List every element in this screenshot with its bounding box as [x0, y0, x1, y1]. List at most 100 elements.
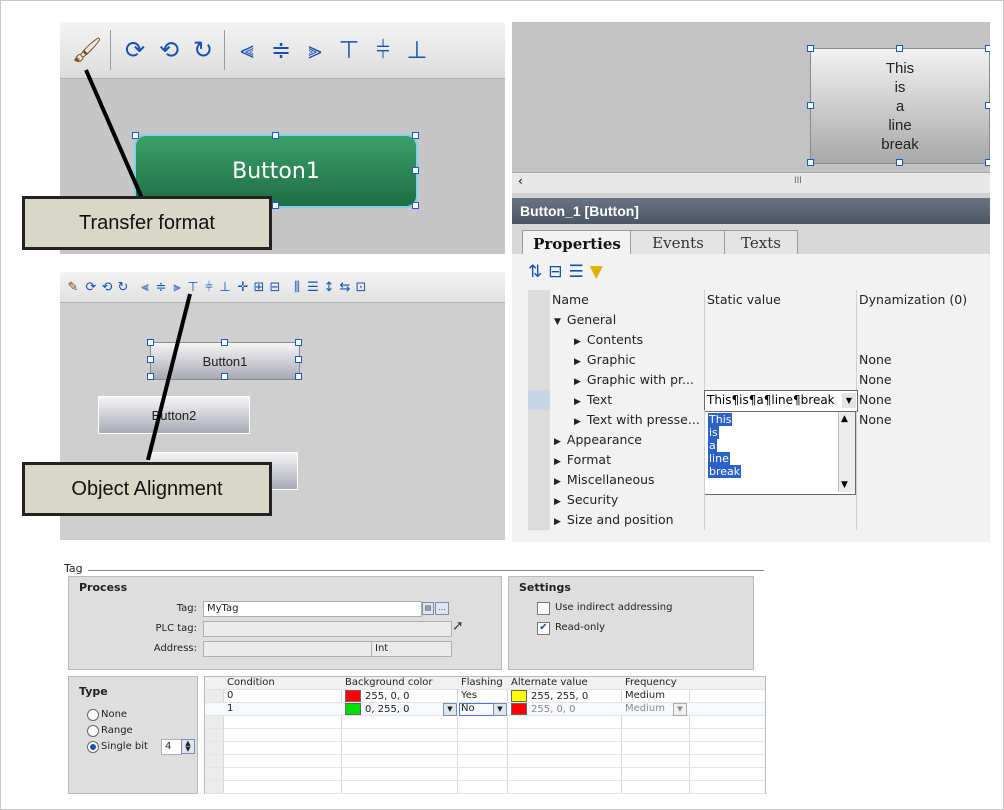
color-swatch[interactable] [345, 690, 361, 702]
selection-handle[interactable] [896, 45, 903, 52]
tag-picker-icon[interactable]: ▤ [422, 602, 434, 615]
button2[interactable]: Button2 [98, 396, 250, 434]
selection-handle[interactable] [221, 373, 228, 380]
selection-handle[interactable] [985, 102, 990, 109]
selection-handle[interactable] [272, 132, 279, 139]
tag-input[interactable]: MyTag [203, 601, 422, 617]
radio-single-bit[interactable] [87, 741, 99, 753]
align-right-icon[interactable]: ⫸ [170, 277, 184, 297]
align-center-icon[interactable]: ≑ [154, 277, 168, 297]
property-row[interactable]: ▶ Miscellaneous [528, 470, 988, 491]
color-swatch[interactable] [511, 703, 527, 715]
expand-triangle-icon[interactable]: ▶ [554, 432, 561, 450]
radio-none[interactable] [87, 709, 99, 721]
rotate-left-icon[interactable]: ⟲ [152, 34, 186, 66]
property-static-value[interactable] [704, 430, 855, 450]
tab-properties[interactable]: Properties [522, 230, 632, 256]
empty-row[interactable] [205, 729, 765, 742]
horizontal-scrollbar[interactable]: ‹ III [512, 172, 990, 193]
align-right-icon[interactable]: ⫸ [298, 34, 332, 66]
property-row[interactable]: ▶ Graphic None [528, 350, 988, 371]
filter-icon[interactable]: ▼ [590, 262, 603, 282]
align-middle-icon[interactable]: ⫩ [202, 277, 216, 297]
selection-handle[interactable] [272, 202, 279, 209]
property-static-value[interactable] [704, 350, 855, 370]
align-top-icon[interactable]: ⊤ [186, 277, 200, 297]
align-top-icon[interactable]: ⊤ [332, 34, 366, 66]
empty-row[interactable] [205, 768, 765, 781]
frequency-dropdown[interactable]: ▼ [673, 703, 687, 716]
property-static-value[interactable] [704, 410, 855, 430]
expand-triangle-icon[interactable]: ▶ [574, 392, 581, 410]
empty-row[interactable] [205, 742, 765, 755]
property-static-value[interactable] [704, 310, 855, 330]
tag-browse-button[interactable]: … [435, 602, 449, 615]
align-center-icon[interactable]: ≑ [264, 34, 298, 66]
center-vertical-icon[interactable]: ⊟ [268, 277, 282, 297]
selection-handle[interactable] [147, 373, 154, 380]
rotate-icon[interactable]: ↻ [116, 277, 130, 297]
selection-handle[interactable] [295, 356, 302, 363]
selection-handle[interactable] [807, 45, 814, 52]
selection-handle[interactable] [412, 167, 419, 174]
empty-row[interactable] [205, 755, 765, 768]
center-horizontal-icon[interactable]: ⊞ [252, 277, 266, 297]
brush-icon[interactable]: ✎ [66, 277, 80, 297]
align-middle-icon[interactable]: ⫩ [366, 34, 400, 66]
selection-handle[interactable] [221, 339, 228, 346]
selection-handle[interactable] [147, 339, 154, 346]
sort-icon[interactable]: ⇅ [528, 262, 542, 282]
tab-texts[interactable]: Texts [724, 230, 798, 255]
expand-triangle-icon[interactable]: ▶ [574, 332, 581, 350]
flashing-dropdown[interactable]: ▼ [493, 703, 507, 716]
align-bottom-icon[interactable]: ⊥ [218, 277, 232, 297]
property-static-value[interactable] [704, 510, 855, 530]
background-color-dropdown[interactable]: ▼ [443, 703, 457, 716]
scrollbar-grip[interactable]: III [794, 176, 802, 186]
expand-triangle-icon[interactable]: ▶ [574, 352, 581, 370]
rotate-left-icon[interactable]: ⟲ [100, 277, 114, 297]
selection-handle[interactable] [295, 339, 302, 346]
selection-handle[interactable] [132, 132, 139, 139]
selection-handle[interactable] [295, 373, 302, 380]
radio-range[interactable] [87, 725, 99, 737]
expand-triangle-icon[interactable]: ▶ [554, 512, 561, 530]
property-row[interactable]: ▶ Appearance [528, 430, 988, 451]
selection-handle[interactable] [807, 102, 814, 109]
read-only-checkbox[interactable]: ✔ [537, 622, 550, 635]
dropdown-arrow-icon[interactable]: ▼ [842, 393, 856, 408]
distribute-vertical-icon[interactable]: ☰ [306, 277, 320, 297]
rotate-right-icon[interactable]: ⟳ [84, 277, 98, 297]
align-left-icon[interactable]: ⫷ [230, 34, 264, 66]
expand-triangle-icon[interactable]: ▶ [554, 492, 561, 510]
selection-handle[interactable] [896, 159, 903, 166]
selection-handle[interactable] [412, 202, 419, 209]
property-row[interactable]: ▶ Graphic with pr... None [528, 370, 988, 391]
property-row[interactable]: ▶ Contents [528, 330, 988, 351]
collapse-triangle-icon[interactable]: ▼ [554, 312, 561, 330]
property-row[interactable]: ▶ Size and position [528, 510, 988, 531]
center-icon[interactable]: ✛ [236, 277, 250, 297]
property-row[interactable]: ▶ Security [528, 490, 988, 511]
line-break-button[interactable]: This is a line break [810, 48, 990, 164]
align-bottom-icon[interactable]: ⊥ [400, 34, 434, 66]
property-static-value[interactable] [704, 370, 855, 390]
text-value-dropdown[interactable]: This¶is¶a¶line¶break ▼ [704, 390, 858, 412]
align-left-icon[interactable]: ⫷ [138, 277, 152, 297]
property-row[interactable]: ▼ General [528, 310, 988, 331]
bit-number-input[interactable]: 4 [161, 739, 182, 755]
property-static-value[interactable] [704, 470, 855, 490]
empty-row[interactable] [205, 716, 765, 729]
selection-handle[interactable] [412, 132, 419, 139]
selection-handle[interactable] [147, 356, 154, 363]
selection-handle[interactable] [985, 45, 990, 52]
expand-triangle-icon[interactable]: ▶ [554, 472, 561, 490]
rotate-icon[interactable]: ↻ [186, 34, 220, 66]
expand-triangle-icon[interactable]: ▶ [554, 452, 561, 470]
property-static-value[interactable] [704, 330, 855, 350]
list-icon[interactable]: ☰ [569, 262, 584, 282]
bit-stepper[interactable]: ▲ ▼ [181, 739, 195, 754]
condition-row[interactable]: 1 0, 255, 0 No 255, 0, 0 Medium ▼ ▼ ▼ [205, 703, 765, 716]
condition-row[interactable]: 0 255, 0, 0 Yes 255, 255, 0 Medium [205, 690, 765, 703]
goto-arrow-icon[interactable]: ➚ [452, 618, 464, 634]
